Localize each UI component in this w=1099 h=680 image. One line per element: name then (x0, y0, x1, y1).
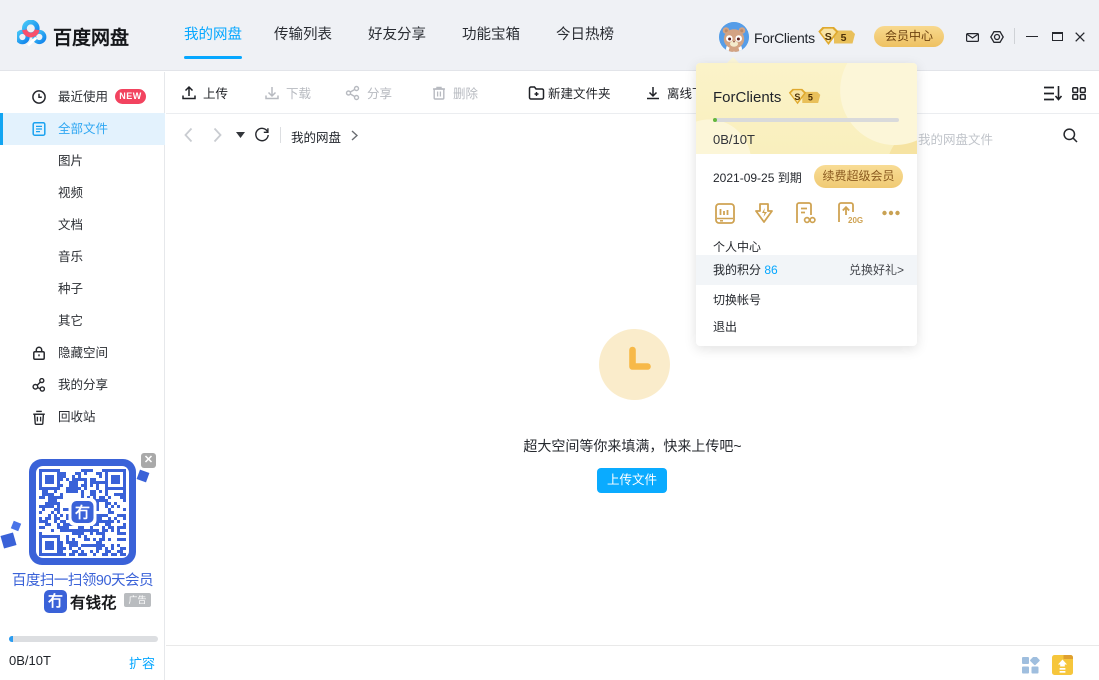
svg-text:5: 5 (808, 93, 813, 103)
svg-text:5: 5 (841, 32, 847, 44)
svg-text:20G: 20G (848, 216, 863, 225)
svg-text:S: S (825, 31, 832, 43)
svg-text:冇: 冇 (75, 504, 90, 522)
svg-text:S: S (794, 92, 800, 102)
